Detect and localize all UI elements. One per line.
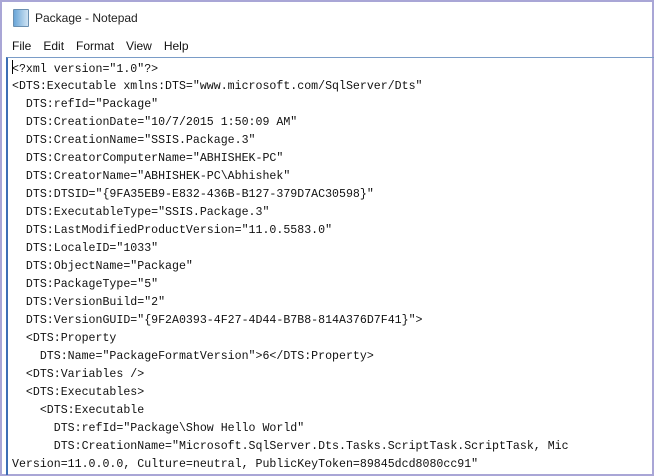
menu-bar: File Edit Format View Help xyxy=(2,36,195,56)
text-line: DTS:VersionGUID="{9F2A0393-4F27-4D44-B7B… xyxy=(12,314,423,327)
text-line: DTS:LastModifiedProductVersion="11.0.558… xyxy=(12,224,333,237)
text-line: <DTS:Executable xmlns:DTS="www.microsoft… xyxy=(12,80,423,93)
notepad-icon xyxy=(13,9,29,27)
text-line: DTS:CreationName="Microsoft.SqlServer.Dt… xyxy=(12,440,569,453)
menu-help[interactable]: Help xyxy=(158,39,195,53)
text-line: DTS:refId="Package" xyxy=(12,98,159,111)
text-line: DTS:DTSID="{9FA35EB9-E832-436B-B127-379D… xyxy=(12,188,374,201)
text-line: DTS:ObjectName="Package" xyxy=(12,260,193,273)
text-line: <?xml version="1.0"?> xyxy=(8,60,654,78)
notepad-window: Package - Notepad File Edit Format View … xyxy=(0,0,654,476)
text-line: DTS:VersionBuild="2" xyxy=(12,296,166,309)
menu-edit[interactable]: Edit xyxy=(37,39,70,53)
text-line: <DTS:Executables> xyxy=(12,386,145,399)
editor-lines: <?xml version="1.0"?> <DTS:Executable xml… xyxy=(8,58,654,474)
text-editor[interactable]: <?xml version="1.0"?> <DTS:Executable xml… xyxy=(6,57,654,475)
text-line: DTS:ExecutableType="SSIS.Package.3" xyxy=(12,206,270,219)
text-line: <DTS:Variables /> xyxy=(12,368,145,381)
text-line: DTS:PackageType="5" xyxy=(12,278,159,291)
text-line: Version=11.0.0.0, Culture=neutral, Publi… xyxy=(12,458,479,471)
text-line: DTS:CreatorName="ABHISHEK-PC\Abhishek" xyxy=(12,170,291,183)
text-line: DTS:LocaleID="1033" xyxy=(12,242,159,255)
text-line: <DTS:Executable xyxy=(12,404,145,417)
text-line: DTS:refId="Package\Show Hello World" xyxy=(12,422,305,435)
menu-view[interactable]: View xyxy=(120,39,158,53)
menu-file[interactable]: File xyxy=(2,39,37,53)
text-line: DTS:Name="PackageFormatVersion">6</DTS:P… xyxy=(12,350,374,363)
text-line: <DTS:Property xyxy=(12,332,117,345)
text-line: DTS:CreatorComputerName="ABHISHEK-PC" xyxy=(12,152,284,165)
text-line: DTS:CreationName="SSIS.Package.3" xyxy=(12,134,256,147)
text-line: DTS:CreationDate="10/7/2015 1:50:09 AM" xyxy=(12,116,298,129)
window-title: Package - Notepad xyxy=(35,11,138,25)
title-bar: Package - Notepad xyxy=(2,2,652,34)
text-cursor xyxy=(12,60,13,74)
menu-format[interactable]: Format xyxy=(70,39,120,53)
